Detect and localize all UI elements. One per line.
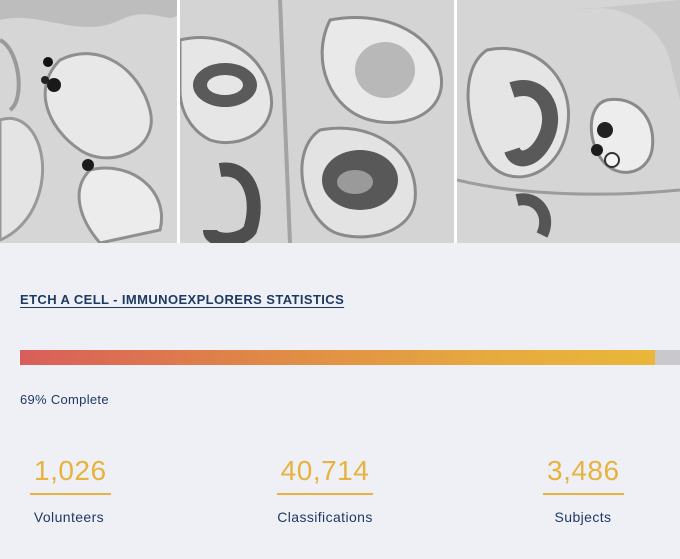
stat-value: 1,026	[30, 455, 111, 495]
stat-value: 3,486	[543, 455, 624, 495]
stat-subjects: 3,486 Subjects	[543, 455, 624, 525]
project-statistics-title[interactable]: ETCH A CELL - IMMUNOEXPLORERS STATISTICS	[20, 292, 344, 307]
stat-label: Classifications	[277, 509, 373, 525]
progress-label: 69% Complete	[20, 392, 109, 407]
progress-bar-fill	[20, 350, 655, 365]
micrograph-graphic	[180, 0, 454, 243]
tissue-image-2	[180, 0, 454, 243]
stat-volunteers: 1,026 Volunteers	[30, 455, 111, 525]
stat-label: Subjects	[554, 509, 612, 525]
stat-value: 40,714	[276, 455, 374, 495]
hero-image-strip	[0, 0, 680, 243]
tissue-image-3	[457, 0, 680, 243]
progress-bar	[20, 350, 680, 365]
micrograph-graphic	[0, 0, 177, 243]
stat-classifications: 40,714 Classifications	[270, 455, 380, 525]
stat-label: Volunteers	[33, 509, 105, 525]
tissue-image-1	[0, 0, 177, 243]
micrograph-graphic	[457, 0, 680, 243]
